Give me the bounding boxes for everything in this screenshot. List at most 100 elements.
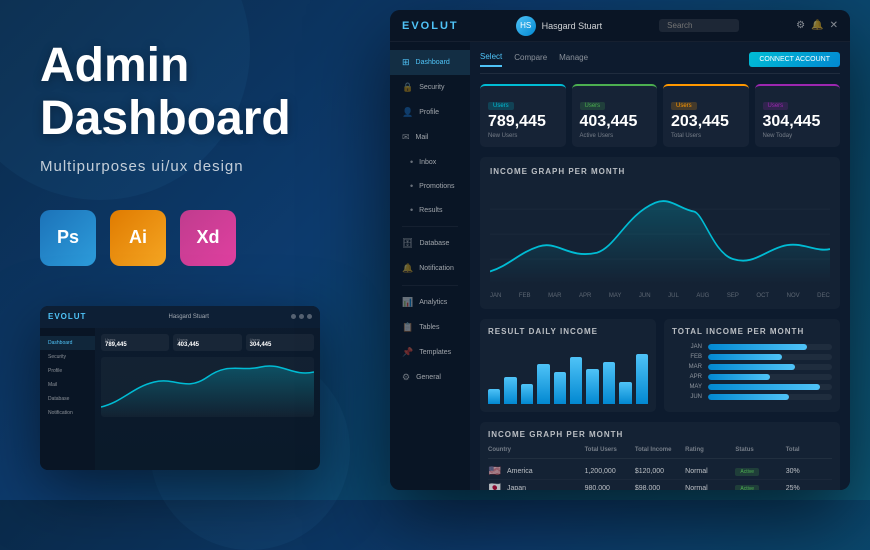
h-bar-row-4: APR	[672, 374, 832, 380]
bar-7	[586, 369, 598, 404]
mini-chart	[101, 357, 314, 417]
subtitle: Multipurposes ui/ux design	[40, 158, 360, 175]
sidebar-item-tables[interactable]: 📋 Tables	[390, 315, 470, 340]
sidebar-item-analytics[interactable]: 📊 Analytics	[390, 290, 470, 315]
close-icon[interactable]: ✕	[830, 20, 838, 31]
sidebar-item-general[interactable]: ⚙ General	[390, 365, 470, 390]
mail-submenu: • Inbox • Promotions • Results	[390, 150, 470, 222]
mini-sidebar: Dashboard Security Profile Mail Database…	[40, 328, 95, 470]
x-label-jan: JAN	[490, 293, 501, 299]
stat-card-new: Users 304,445 New Today	[755, 84, 841, 147]
h-bar-fill-1	[708, 344, 807, 350]
x-label-mar: MAR	[548, 293, 561, 299]
h-bar-label-5: MAY	[672, 384, 702, 390]
tabs-bar: Select Compare Manage CONNECT ACCOUNT	[480, 52, 840, 74]
sidebar-item-inbox[interactable]: • Inbox	[390, 150, 470, 174]
td-total-1: 30%	[786, 468, 832, 475]
th-income: Total Income	[635, 447, 681, 453]
stat-badge-3: Users	[671, 102, 697, 110]
sidebar-item-results[interactable]: • Results	[390, 198, 470, 222]
h-bar-fill-5	[708, 384, 820, 390]
mini-nav-profile: Profile	[40, 364, 95, 378]
sidebar-item-security[interactable]: 🔒 Security	[390, 75, 470, 100]
sidebar-item-profile[interactable]: 👤 Profile	[390, 100, 470, 125]
td-country-2: 🇯🇵 Japan	[488, 483, 581, 490]
sidebar-item-database[interactable]: 🗄 Database	[390, 231, 470, 256]
country-name-1: America	[507, 468, 533, 475]
avatar: HS	[516, 16, 536, 36]
sidebar-label-results: Results	[419, 207, 442, 214]
mini-header: EVOLUT Hasgard Stuart	[40, 306, 320, 328]
sidebar-item-mail[interactable]: ✉ Mail	[390, 125, 470, 150]
stat-label-4: New Today	[763, 133, 833, 139]
mail-icon: ✉	[402, 132, 410, 143]
main-title: Admin Dashboard	[40, 40, 360, 146]
table-row: 🇺🇸 America 1,200,000 $120,000 Normal Act…	[488, 463, 832, 480]
bar-2	[504, 377, 516, 405]
sidebar-item-notification[interactable]: 🔔 Notification	[390, 256, 470, 281]
analytics-icon: 📊	[402, 297, 413, 308]
illustrator-icon[interactable]: Ai	[110, 210, 166, 266]
mini-body: Dashboard Security Profile Mail Database…	[40, 328, 320, 470]
h-bar-row-6: JUN	[672, 394, 832, 400]
stat-label-1: New Users	[488, 133, 558, 139]
mini-user: Hasgard Stuart	[169, 314, 209, 320]
username: Hasgard Stuart	[542, 21, 603, 31]
h-bar-track-4	[708, 374, 832, 380]
td-country-1: 🇺🇸 America	[488, 466, 581, 476]
stat-card-active: Users 403,445 Active Users	[572, 84, 658, 147]
x-label-feb: FEB	[519, 293, 531, 299]
x-label-may: MAY	[609, 293, 622, 299]
mini-nav-security: Security	[40, 350, 95, 364]
tab-compare[interactable]: Compare	[514, 53, 547, 66]
table-row: 🇯🇵 Japan 980,000 $98,000 Normal Active 2…	[488, 480, 832, 490]
horizontal-chart-section: TOTAL INCOME PER MONTH JAN FEB	[664, 319, 840, 412]
h-bar-fill-2	[708, 354, 782, 360]
stat-label-2: Active Users	[580, 133, 650, 139]
xd-icon[interactable]: Xd	[180, 210, 236, 266]
mini-nav-mail: Mail	[40, 378, 95, 392]
tab-manage[interactable]: Manage	[559, 53, 588, 66]
search-input[interactable]	[659, 19, 739, 32]
th-rating: Rating	[685, 447, 731, 453]
mini-stat-2: Users 403,445	[173, 334, 241, 351]
sidebar-item-promotions[interactable]: • Promotions	[390, 174, 470, 198]
tab-select[interactable]: Select	[480, 52, 502, 67]
table-header: Country Total Users Total Income Rating …	[488, 447, 832, 459]
photoshop-icon[interactable]: Ps	[40, 210, 96, 266]
h-bar-label-3: MAR	[672, 364, 702, 370]
settings-icon[interactable]: ⚙	[796, 20, 805, 31]
sidebar-divider-2	[402, 285, 458, 286]
line-chart-title: INCOME GRAPH PER MONTH	[490, 167, 830, 176]
mini-content: Users 789,445 Users 403,445 Users 304,44…	[95, 328, 320, 470]
bar-8	[603, 362, 615, 405]
sidebar-item-dashboard[interactable]: ⊞ Dashboard	[390, 50, 470, 75]
stat-card-users: Users 789,445 New Users	[480, 84, 566, 147]
h-bar-track-2	[708, 354, 832, 360]
inbox-icon: •	[410, 157, 413, 167]
x-label-nov: NOV	[787, 293, 800, 299]
h-bar-fill-6	[708, 394, 789, 400]
header-icons: ⚙ 🔔 ✕	[796, 20, 838, 31]
sidebar-label-notification: Notification	[419, 265, 454, 272]
x-label-oct: OCT	[756, 293, 769, 299]
security-icon: 🔒	[402, 82, 413, 93]
td-rating-2: Normal	[685, 485, 731, 491]
h-bar-track-5	[708, 384, 832, 390]
connect-account-button[interactable]: CONNECT ACCOUNT	[749, 52, 840, 67]
h-bar-label-2: FEB	[672, 354, 702, 360]
h-bar-track-6	[708, 394, 832, 400]
main-content: Select Compare Manage CONNECT ACCOUNT Us…	[470, 42, 850, 490]
bar-9	[619, 382, 631, 405]
h-bar-label-6: JUN	[672, 394, 702, 400]
stats-row: Users 789,445 New Users Users 403,445 Ac…	[480, 84, 840, 147]
td-rating-1: Normal	[685, 468, 731, 475]
general-icon: ⚙	[402, 372, 410, 383]
h-bar-row-3: MAR	[672, 364, 832, 370]
status-badge-1: Active	[735, 468, 759, 476]
th-users: Total Users	[585, 447, 631, 453]
sidebar-item-templates[interactable]: 📌 Templates	[390, 340, 470, 365]
bell-icon[interactable]: 🔔	[811, 20, 823, 31]
flag-jp: 🇯🇵	[488, 483, 502, 490]
th-country: Country	[488, 447, 581, 453]
